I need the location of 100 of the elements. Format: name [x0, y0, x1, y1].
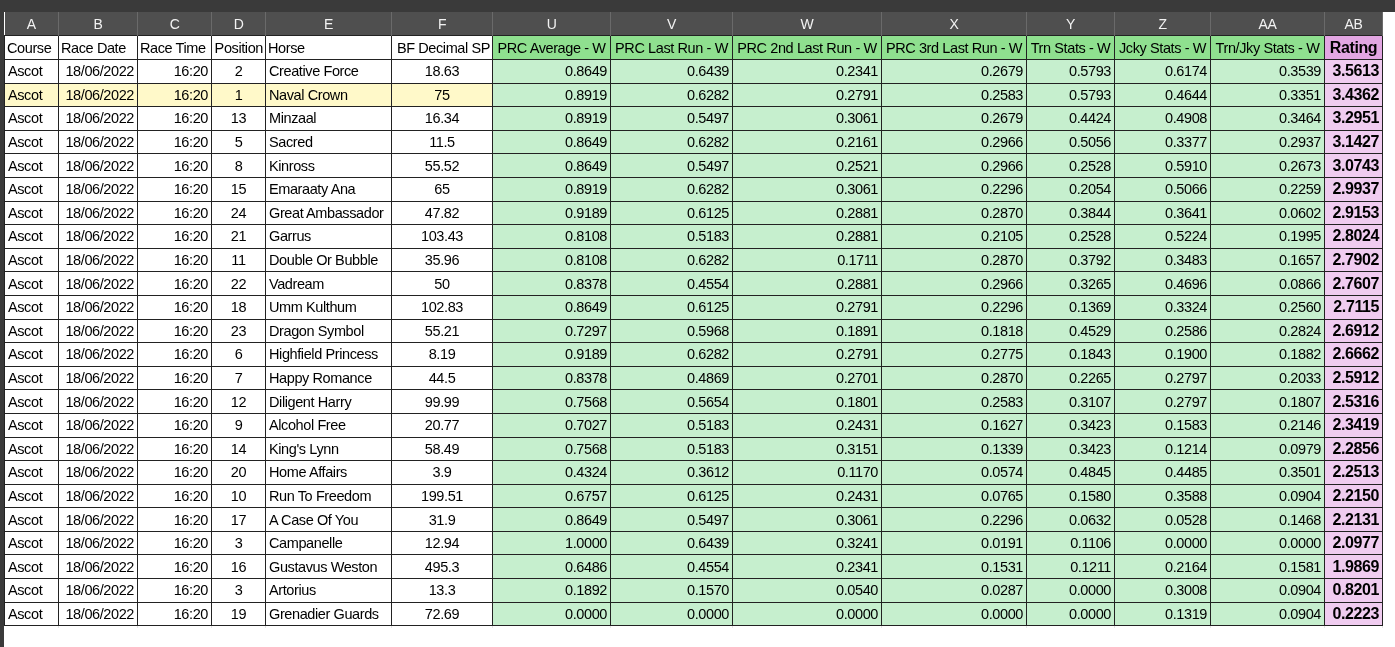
table-cell: 0.3324: [1114, 295, 1211, 320]
table-cell: 16.34: [391, 106, 493, 131]
column-letter[interactable]: Z: [1114, 12, 1211, 36]
table-cell: 0.0000: [1114, 531, 1211, 555]
header-cell: Jcky Stats - W: [1114, 35, 1211, 60]
table-cell: 0.8378: [492, 271, 611, 296]
table-cell: 11.5: [391, 130, 493, 154]
table-cell: 75: [391, 83, 493, 107]
table-cell: 8.19: [391, 342, 493, 367]
table-cell: 0.1319: [1114, 602, 1211, 626]
table-cell: 0.7297: [492, 319, 611, 343]
table-cell: Highfield Princess: [265, 342, 392, 367]
table-cell: Ascot: [4, 201, 59, 225]
table-cell: 0.3539: [1210, 59, 1325, 84]
table-cell: 0.8649: [492, 507, 611, 532]
header-cell: PRC 3rd Last Run - W: [881, 35, 1027, 60]
column-letter[interactable]: F: [391, 12, 493, 36]
table-cell: Ascot: [4, 106, 59, 131]
table-cell: 0.6282: [610, 248, 733, 272]
column-letter[interactable]: C: [137, 12, 212, 36]
table-cell: Creative Force: [265, 59, 392, 84]
table-cell: 0.3641: [1114, 201, 1211, 225]
table-cell: 0.7568: [492, 437, 611, 461]
table-cell: Ascot: [4, 366, 59, 390]
table-cell: 0.4644: [1114, 83, 1211, 107]
table-cell: 0.1468: [1210, 507, 1325, 532]
table-cell: Ascot: [4, 130, 59, 154]
table-cell: 65: [391, 177, 493, 202]
table-cell: 0.2560: [1210, 295, 1325, 320]
table-cell: 0.5497: [610, 153, 733, 178]
table-cell: 0.2259: [1210, 177, 1325, 202]
column-letter[interactable]: V: [610, 12, 733, 36]
table-cell: Ascot: [4, 460, 59, 485]
table-cell: Ascot: [4, 319, 59, 343]
table-cell: Vadream: [265, 271, 392, 296]
table-cell: 0.2824: [1210, 319, 1325, 343]
column-letter[interactable]: AA: [1210, 12, 1325, 36]
table-cell: 0.4869: [610, 366, 733, 390]
table-cell: Ascot: [4, 578, 59, 603]
table-cell: 0.6282: [610, 342, 733, 367]
table-cell: 0.2791: [732, 295, 882, 320]
table-cell: 18.63: [391, 59, 493, 84]
table-cell: 0.5654: [610, 389, 733, 414]
table-cell: 0.6125: [610, 484, 733, 508]
column-letter[interactable]: A: [4, 12, 59, 36]
table-cell: Ascot: [4, 153, 59, 178]
table-cell: 0.5968: [610, 319, 733, 343]
column-letter[interactable]: W: [732, 12, 882, 36]
table-cell: 0.5910: [1114, 153, 1211, 178]
table-cell: 0.2966: [881, 130, 1027, 154]
header-cell: PRC 2nd Last Run - W: [732, 35, 882, 60]
table-cell: 55.21: [391, 319, 493, 343]
table-cell: Ascot: [4, 554, 59, 579]
table-cell: 0.2966: [881, 271, 1027, 296]
table-cell: 0.3351: [1210, 83, 1325, 107]
table-cell: 0.8919: [492, 106, 611, 131]
table-cell: Garrus: [265, 224, 392, 249]
table-cell: Ascot: [4, 177, 59, 202]
table-cell: 0.2033: [1210, 366, 1325, 390]
table-cell: 0.6757: [492, 484, 611, 508]
table-cell: 20.77: [391, 413, 493, 437]
table-cell: 0.4324: [492, 460, 611, 485]
table-cell: Ascot: [4, 602, 59, 626]
table-cell: Grenadier Guards: [265, 602, 392, 626]
table-cell: 0.4908: [1114, 106, 1211, 131]
column-letter[interactable]: U: [492, 12, 611, 36]
column-letter[interactable]: X: [881, 12, 1027, 36]
table-cell: Ascot: [4, 83, 59, 107]
table-cell: 0.0979: [1210, 437, 1325, 461]
table-cell: 0.2431: [732, 413, 882, 437]
table-cell: Great Ambassador: [265, 201, 392, 225]
column-letter[interactable]: D: [211, 12, 266, 36]
table-cell: 35.96: [391, 248, 493, 272]
column-letter[interactable]: AB: [1324, 12, 1383, 36]
table-cell: 0.1531: [881, 554, 1027, 579]
column-letter[interactable]: B: [58, 12, 138, 36]
table-cell: 0.9189: [492, 201, 611, 225]
table-cell: 0.8378: [492, 366, 611, 390]
table-cell: 0.2791: [732, 342, 882, 367]
column-letter[interactable]: E: [265, 12, 392, 36]
table-cell: 0.5183: [610, 224, 733, 249]
table-cell: 0.2797: [1114, 366, 1211, 390]
table-cell: 0.0000: [492, 602, 611, 626]
table-cell: 31.9: [391, 507, 493, 532]
table-cell: Run To Freedom: [265, 484, 392, 508]
table-cell: Ascot: [4, 389, 59, 414]
table-cell: 0.1995: [1210, 224, 1325, 249]
table-cell: 0.2881: [732, 271, 882, 296]
column-letter[interactable]: Y: [1026, 12, 1115, 36]
table-cell: Ascot: [4, 271, 59, 296]
table-cell: 0.2521: [732, 153, 882, 178]
table-cell: 0.6125: [610, 201, 733, 225]
table-cell: Sacred: [265, 130, 392, 154]
table-cell: 0.0191: [881, 531, 1027, 555]
table-cell: 58.49: [391, 437, 493, 461]
header-cell: BF Decimal SP: [391, 35, 493, 60]
table-cell: Gustavus Weston: [265, 554, 392, 579]
header-cell: Rating: [1324, 35, 1383, 60]
table-cell: Ascot: [4, 437, 59, 461]
header-cell: Race Time: [137, 35, 212, 60]
